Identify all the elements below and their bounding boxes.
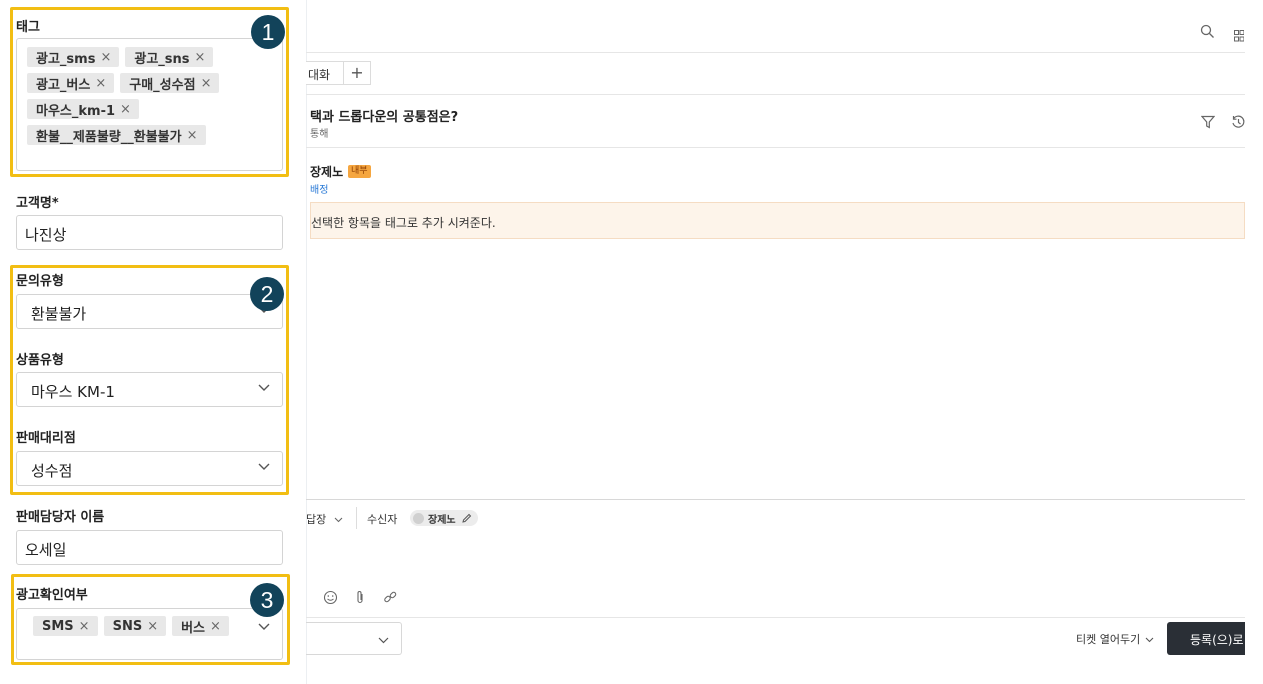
tab-conversation[interactable]: 대화	[306, 61, 344, 85]
recipient-name: 장제노	[428, 514, 456, 526]
highlight-box-tags	[10, 7, 289, 177]
footer-divider	[306, 617, 1245, 618]
highlight-box-multiselect	[11, 574, 290, 665]
composer-separator	[356, 507, 357, 529]
internal-note: 선택한 항목을 태그로 추가 시켜준다.	[310, 202, 1245, 239]
emoji-icon[interactable]	[323, 590, 338, 609]
header-divider	[306, 147, 1245, 148]
ticket-fields-panel: 태그 광고_sms × 광고_sns × 광고_버스 × 구매_성수점 × 마우스_km…	[0, 0, 300, 684]
chevron-down-icon	[1145, 637, 1154, 642]
add-tab-button[interactable]: +	[343, 61, 371, 85]
ticket-status-value: 티켓 열어두기	[1076, 633, 1141, 646]
reply-mode-label: 답장	[306, 513, 327, 526]
template-select[interactable]	[306, 622, 402, 655]
highlight-box-dropdowns	[10, 265, 289, 495]
recipient-label: 수신자	[367, 513, 398, 526]
avatar	[413, 512, 424, 524]
ticket-status-select[interactable]: 티켓 열어두기	[1076, 631, 1154, 647]
step-badge-2: 2	[250, 277, 284, 311]
ticket-title: 택과 드롭다운의 공통점은?	[310, 110, 459, 125]
chevron-down-icon	[378, 637, 389, 644]
panel-divider	[306, 0, 307, 684]
composer-divider	[306, 499, 1245, 500]
message-assignment[interactable]: 배정	[310, 181, 328, 196]
attach-icon[interactable]	[355, 590, 365, 609]
step-badge-3: 3	[250, 583, 284, 617]
reply-mode-select[interactable]: 답장	[306, 511, 343, 527]
step-badge-1: 1	[251, 15, 285, 49]
search-icon[interactable]	[1200, 24, 1215, 43]
link-icon[interactable]	[383, 590, 398, 609]
history-icon[interactable]	[1231, 114, 1245, 133]
filter-icon[interactable]	[1200, 114, 1216, 133]
customer-name-field[interactable]: 나진상	[16, 215, 283, 250]
internal-badge: 내부	[348, 165, 371, 178]
message-author: 장제노	[310, 165, 344, 179]
chevron-down-icon	[334, 517, 343, 523]
tabs-divider	[306, 94, 1245, 95]
ticket-channel: 통해	[310, 129, 329, 140]
apps-icon[interactable]	[1234, 27, 1245, 46]
toolbar-divider	[306, 52, 1245, 53]
submit-button[interactable]: 등록(으)로	[1167, 622, 1245, 655]
customer-name-label: 고객명*	[16, 196, 59, 211]
edit-icon[interactable]	[461, 513, 472, 524]
sales-rep-field[interactable]: 오세일	[16, 530, 283, 565]
note-text: 선택한 항목을 태그로 추가 시켜준다.	[311, 216, 496, 230]
sales-rep-label: 판매담당자 이름	[16, 510, 105, 525]
recipient-chip[interactable]: 장제노	[410, 510, 478, 526]
